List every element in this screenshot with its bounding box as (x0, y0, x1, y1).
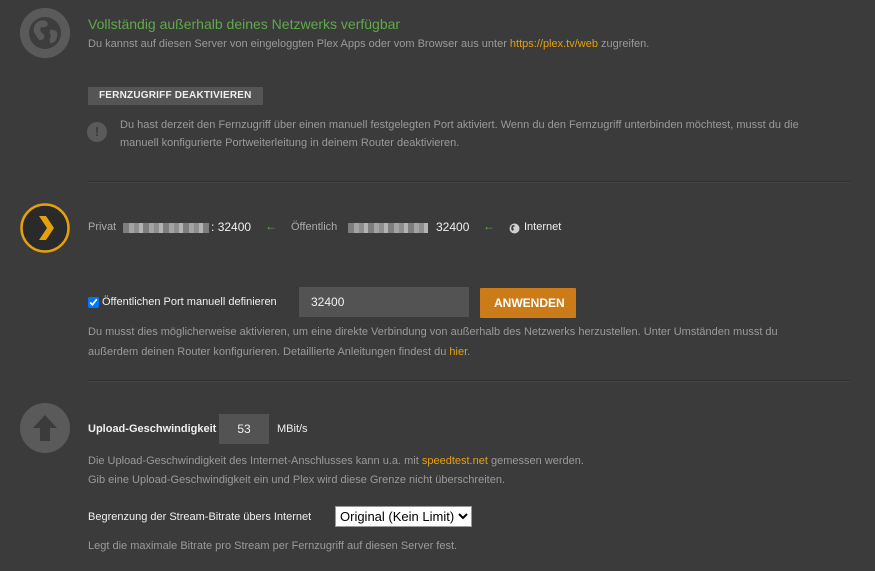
manual-port-label[interactable]: Öffentlichen Port manuell definieren (102, 296, 277, 308)
public-port-input[interactable]: 32400 (299, 287, 469, 317)
plex-chevron-icon (20, 203, 70, 253)
upload-speed-label: Upload-Geschwindigkeit (88, 423, 217, 435)
arrow-left-icon: ← (483, 219, 495, 233)
bitrate-dropdown[interactable]: Original (Kein Limit) (335, 506, 472, 527)
arrow-left-icon: ← (265, 219, 277, 233)
upload-arrow-icon (20, 403, 70, 453)
instructions-link[interactable]: hier (449, 346, 467, 358)
warning-line-2: manuell konfigurierte Portweiterleitung … (120, 137, 460, 149)
bitrate-help: Legt die maximale Bitrate pro Stream per… (88, 540, 458, 552)
remote-status-title: Vollständig außerhalb deines Netzwerks v… (88, 16, 401, 32)
plex-web-link[interactable]: https://plex.tv/web (510, 38, 598, 50)
remote-status-description: Du kannst auf diesen Server von eingelog… (88, 38, 650, 50)
globe-small-icon (509, 221, 520, 234)
private-port: : 32400 (211, 220, 252, 234)
speedtest-link[interactable]: speedtest.net (422, 455, 488, 467)
port-help-line-1: Du musst dies möglicherweise aktivieren,… (88, 326, 778, 338)
bitrate-label: Begrenzung der Stream-Bitrate übers Inte… (88, 511, 312, 523)
upload-help-line-2: Gib eine Upload-Geschwindigkeit ein und … (88, 474, 506, 486)
manual-port-row: Öffentlichen Port manuell definieren (88, 296, 277, 308)
public-label: Öffentlich (291, 221, 338, 233)
public-ip-redacted (348, 223, 428, 233)
warning-icon: ! (87, 122, 107, 142)
upload-speed-input[interactable]: 53 (219, 414, 269, 444)
upload-speed-unit: MBit/s (277, 423, 308, 435)
warning-line-1: Du hast derzeit den Fernzugriff über ein… (120, 119, 799, 131)
port-help-line-2: außerdem deinen Router konfigurieren. De… (88, 346, 471, 358)
disable-remote-access-button[interactable]: FERNZUGRIFF DEAKTIVIEREN (88, 87, 263, 105)
private-ip-redacted (123, 223, 209, 233)
section-divider (88, 380, 850, 381)
upload-help-line-1: Die Upload-Geschwindigkeit des Internet-… (88, 455, 584, 467)
bitrate-select[interactable]: Original (Kein Limit) (335, 506, 472, 527)
internet-label: Internet (524, 221, 562, 233)
private-label: Privat (88, 221, 117, 233)
apply-button[interactable]: ANWENDEN (480, 288, 576, 318)
public-port: 32400 (436, 220, 470, 234)
manual-port-checkbox[interactable] (88, 296, 99, 308)
section-divider (88, 181, 850, 182)
globe-icon (20, 8, 70, 58)
